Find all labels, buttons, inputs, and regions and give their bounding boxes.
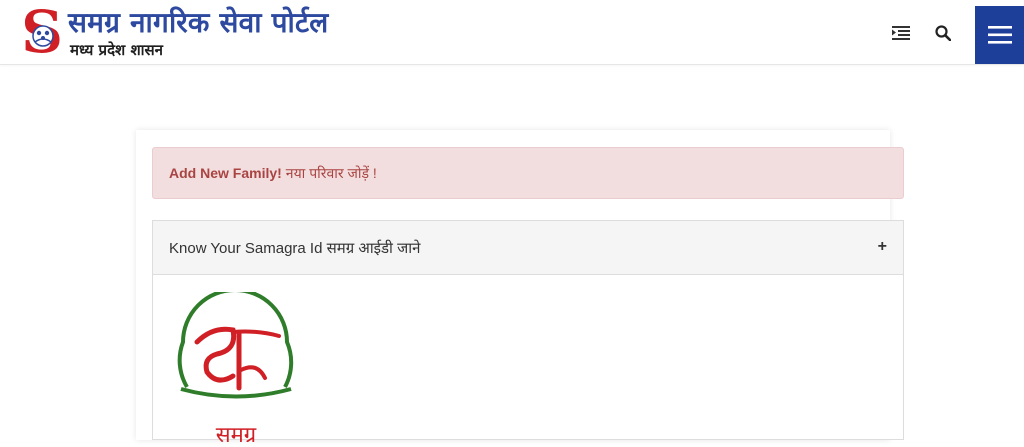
know-samagra-panel: Know Your Samagra Id समग्र आईडी जाने + स…: [152, 220, 904, 447]
alert-text: नया परिवार जोड़ें !: [285, 164, 377, 181]
indent-list-icon[interactable]: [890, 22, 912, 44]
svg-text:समग्र: समग्र: [216, 423, 257, 442]
add-family-alert[interactable]: Add New Family! नया परिवार जोड़ें !: [152, 147, 904, 199]
portal-subtitle: मध्य प्रदेश शासन: [70, 41, 164, 59]
alert-strong-text: Add New Family!: [169, 165, 282, 181]
samagra-emblem-logo: समग्र: [167, 288, 305, 447]
samagra-s-logo[interactable]: S: [21, 0, 63, 66]
panel-heading[interactable]: Know Your Samagra Id समग्र आईडी जाने +: [153, 221, 903, 275]
site-header: S समग्र नागरिक सेवा पोर्टल मध्य प्रदेश श…: [0, 0, 1024, 66]
panel-expand-toggle[interactable]: +: [878, 238, 887, 256]
panel-body: समग्र: [153, 276, 903, 447]
search-icon[interactable]: [932, 22, 954, 44]
portal-title: समग्र नागरिक सेवा पोर्टल: [68, 6, 329, 39]
panel-title: Know Your Samagra Id समग्र आईडी जाने: [169, 239, 421, 257]
hamburger-menu-icon: [987, 26, 1012, 44]
hamburger-menu-button[interactable]: [975, 6, 1024, 64]
